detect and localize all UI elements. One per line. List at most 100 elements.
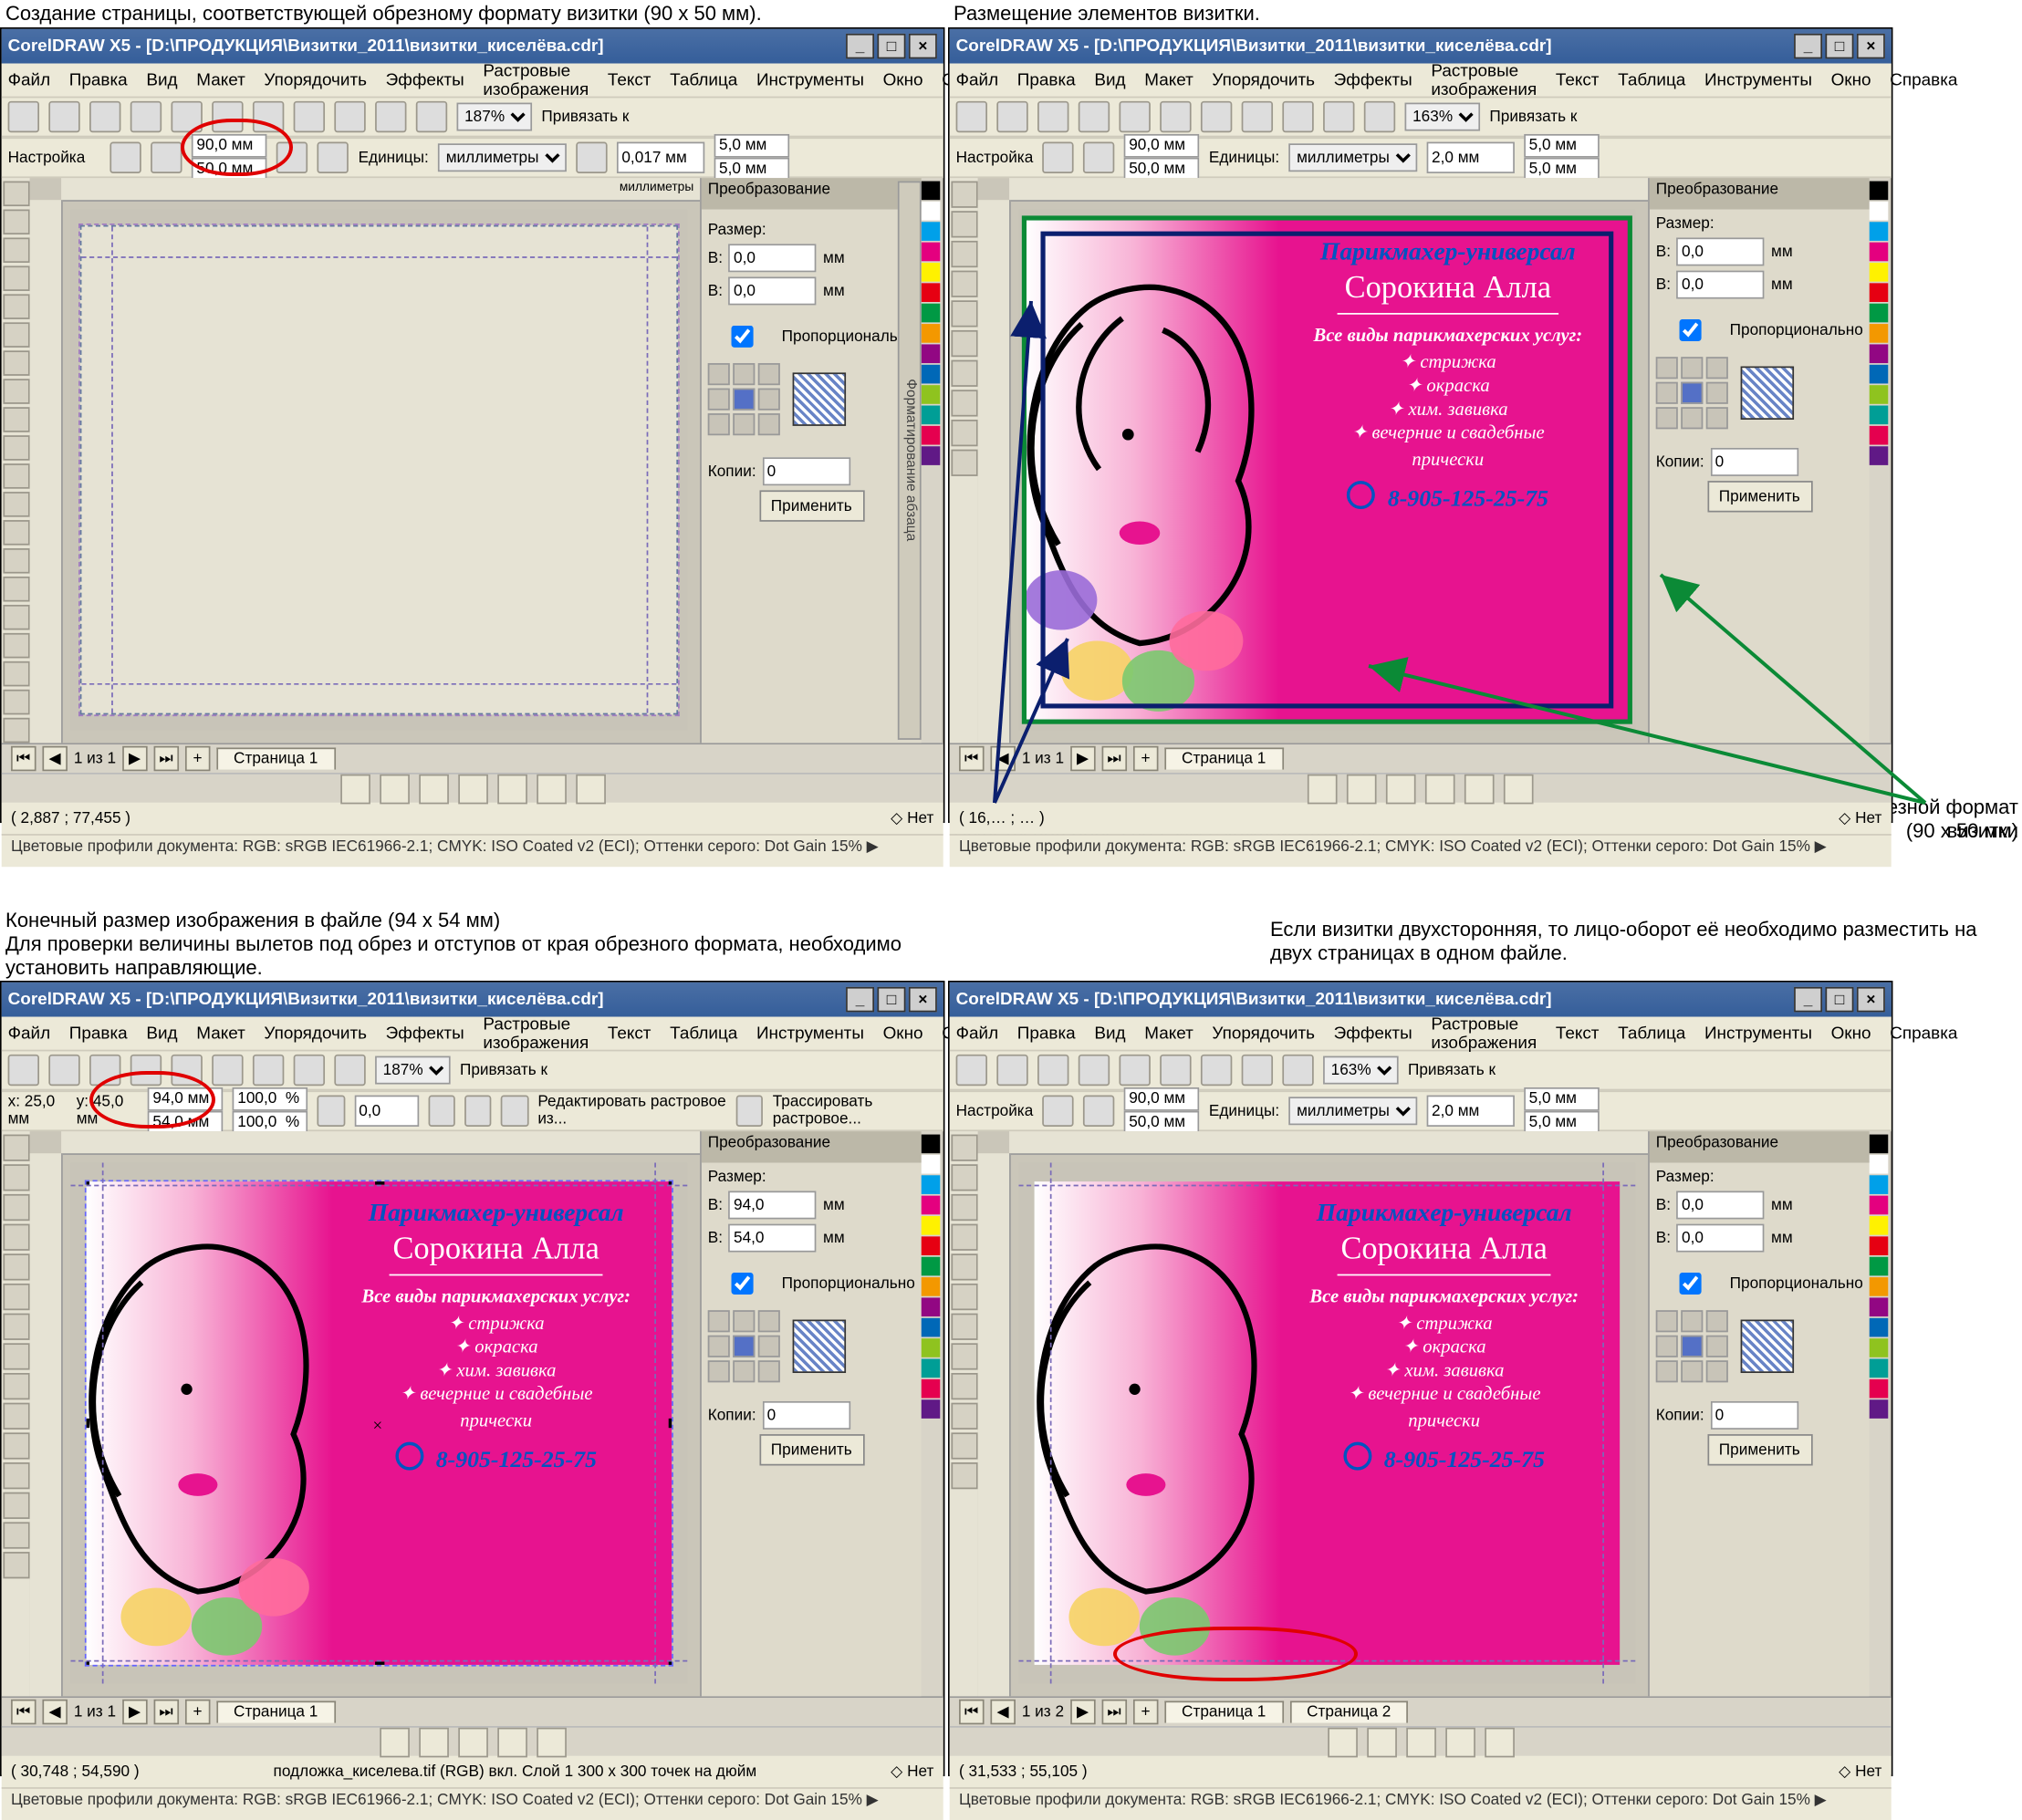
palette-swatch[interactable]	[1870, 324, 1889, 343]
aux-ico-1[interactable]	[339, 774, 370, 804]
menu-view[interactable]: Вид	[1094, 70, 1125, 89]
orientation-portrait-icon[interactable]	[1043, 142, 1074, 173]
field-w[interactable]	[1677, 237, 1765, 265]
obj-scw-field[interactable]	[233, 1087, 308, 1111]
page-tab-1[interactable]: Страница 1	[1164, 1700, 1283, 1722]
transform-docker[interactable]: Преобразование Размер: В: мм В: мм Пропо…	[700, 1131, 922, 1696]
transparency-tool-icon[interactable]	[3, 605, 29, 630]
undo-icon[interactable]	[1242, 101, 1273, 132]
zoom-combo[interactable]: 187%	[457, 103, 533, 131]
redo-icon[interactable]	[1282, 101, 1313, 132]
maximize-icon[interactable]: □	[877, 987, 905, 1013]
trace-bitmap-label[interactable]: Трассировать растровое...	[773, 1094, 937, 1128]
maximize-icon[interactable]: □	[1825, 34, 1853, 59]
anchor-grid[interactable]	[708, 363, 780, 435]
ellipse-tool-icon[interactable]	[951, 360, 977, 387]
color-palette[interactable]	[922, 178, 943, 743]
page-width-field[interactable]	[1124, 134, 1200, 158]
ruler-vertical[interactable]	[978, 1153, 1011, 1696]
save-icon[interactable]	[89, 101, 120, 132]
zoom-combo[interactable]: 163%	[1405, 103, 1481, 131]
menu-text[interactable]: Текст	[608, 70, 651, 89]
menu-table[interactable]: Таблица	[670, 70, 737, 89]
crop-tool-icon[interactable]	[3, 237, 29, 263]
fill-tool-icon[interactable]	[951, 450, 977, 476]
zoom-combo[interactable]: 163%	[1323, 1056, 1399, 1085]
palette-swatch[interactable]	[922, 406, 941, 425]
palette-swatch[interactable]	[922, 1379, 941, 1399]
blend-tool-icon[interactable]	[951, 420, 977, 446]
mirror-v-icon[interactable]	[464, 1096, 492, 1127]
lock-icon[interactable]	[318, 1096, 345, 1127]
page-tab-1[interactable]: Страница 1	[216, 1700, 335, 1722]
edit-bitmap-label[interactable]: Редактировать растровое из...	[537, 1094, 726, 1128]
page-navigator[interactable]: ⏮◀ 1 из 2 ▶⏭+ Страница 1 Страница 2	[950, 1696, 1892, 1726]
proportional-check[interactable]	[714, 1273, 771, 1295]
palette-swatch[interactable]	[922, 304, 941, 323]
anchor-grid[interactable]	[708, 1310, 780, 1382]
minimize-icon[interactable]: _	[1794, 34, 1822, 59]
standard-toolbar[interactable]: 163% Привязать к	[950, 97, 1892, 138]
ruler-vertical[interactable]	[30, 200, 63, 743]
menubar[interactable]: Файл Правка Вид Макет Упорядочить Эффект…	[950, 1017, 1892, 1050]
palette-swatch[interactable]	[922, 182, 941, 201]
page-navigator[interactable]: ⏮ ◀ 1 из 1 ▶ ⏭ + Страница 1	[2, 743, 943, 773]
toolbox[interactable]	[2, 1131, 30, 1696]
menu-tools[interactable]: Инструменты	[756, 70, 864, 89]
view-toolbar[interactable]	[2, 773, 943, 803]
blend-tool-icon[interactable]	[3, 577, 29, 602]
apply-button[interactable]: Применить	[1707, 481, 1812, 512]
menu-arrange[interactable]: Упорядочить	[264, 70, 367, 89]
palette-swatch[interactable]	[922, 365, 941, 384]
connector-tool-icon[interactable]	[3, 548, 29, 574]
palette-swatch[interactable]	[1870, 1318, 1889, 1337]
palette-swatch[interactable]	[922, 385, 941, 404]
text-tool-icon[interactable]	[3, 463, 29, 489]
pick-tool-icon[interactable]	[3, 182, 29, 207]
menu-effects[interactable]: Эффекты	[386, 70, 464, 89]
palette-swatch[interactable]	[922, 324, 941, 343]
palette-swatch[interactable]	[1870, 202, 1889, 221]
palette-swatch[interactable]	[1870, 1277, 1889, 1296]
standard-toolbar[interactable]: 163% Привязать к	[950, 1050, 1892, 1091]
menu-edit[interactable]: Правка	[69, 70, 128, 89]
property-bar[interactable]: Настройка Единицы: миллиметры	[2, 137, 943, 178]
aux-ico-7[interactable]	[575, 774, 605, 804]
copies-field[interactable]	[763, 1401, 850, 1430]
palette-swatch[interactable]	[1870, 263, 1889, 282]
rectangle-tool-icon[interactable]	[951, 330, 977, 357]
property-bar[interactable]: Настройка Единицы: миллиметры	[950, 137, 1892, 178]
edit-bitmap-icon[interactable]	[501, 1096, 528, 1127]
cut-icon[interactable]	[1119, 101, 1150, 132]
property-bar[interactable]: Настройка Единицы: миллиметры	[950, 1090, 1892, 1131]
ellipse-tool-icon[interactable]	[3, 379, 29, 404]
palette-swatch[interactable]	[922, 1155, 941, 1174]
palette-swatch[interactable]	[922, 283, 941, 302]
redo-icon[interactable]	[334, 101, 365, 132]
outline-tool-icon[interactable]	[3, 661, 29, 687]
palette-swatch[interactable]	[1870, 1236, 1889, 1255]
aux-ico-4[interactable]	[457, 774, 487, 804]
palette-swatch[interactable]	[922, 1135, 941, 1154]
palette-swatch[interactable]	[1870, 344, 1889, 363]
palette-swatch[interactable]	[1870, 1399, 1889, 1419]
menu-tools[interactable]: Инструменты	[1704, 70, 1812, 89]
smartfill-tool-icon[interactable]	[3, 322, 29, 348]
pick-tool-icon[interactable]	[951, 182, 977, 208]
menu-table[interactable]: Таблица	[1618, 70, 1685, 89]
ruler-horizontal[interactable]: миллиметры	[61, 178, 700, 202]
orientation-portrait-icon[interactable]	[110, 142, 141, 173]
nudge-field[interactable]	[1427, 142, 1515, 173]
palette-swatch[interactable]	[1870, 1338, 1889, 1357]
color-palette[interactable]	[1870, 1131, 1892, 1696]
page-tab-1[interactable]: Страница 1	[1164, 747, 1283, 769]
new-icon[interactable]	[956, 101, 987, 132]
anchor-grid[interactable]	[1656, 357, 1728, 429]
close-icon[interactable]: ×	[909, 34, 937, 59]
next-page-icon[interactable]: ▶	[122, 746, 148, 772]
palette-swatch[interactable]	[1870, 1135, 1889, 1154]
menu-help[interactable]: Справка	[1890, 70, 1957, 89]
palette-swatch[interactable]	[1870, 304, 1889, 323]
maximize-icon[interactable]: □	[1825, 987, 1853, 1013]
prev-page-icon[interactable]: ◀	[42, 746, 68, 772]
